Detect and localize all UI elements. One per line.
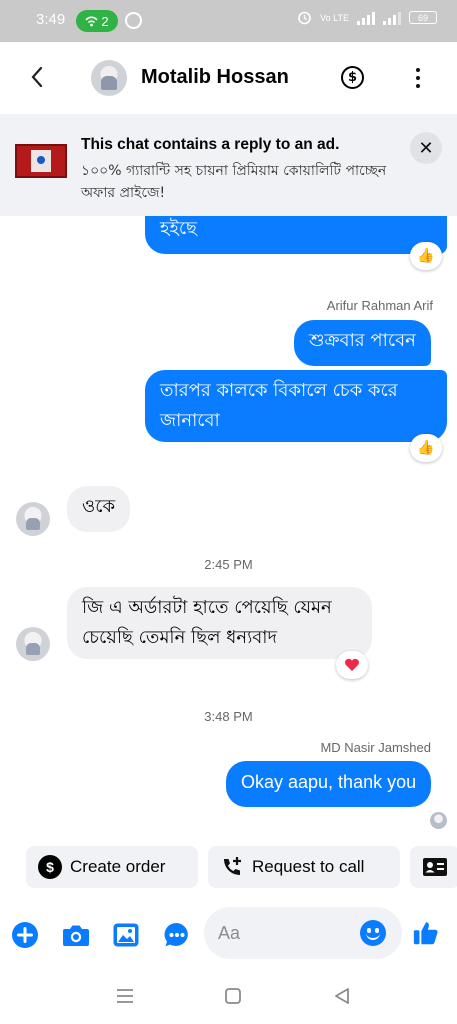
- system-back-button[interactable]: [331, 986, 353, 1006]
- thumbs-up-icon: [413, 922, 438, 945]
- chat-bubble-icon: [164, 922, 188, 947]
- phone-plus-icon: [224, 857, 241, 875]
- hotspot-count: 2: [101, 13, 109, 29]
- thumbs-up-icon: 👍: [417, 440, 435, 456]
- battery-icon: 69: [409, 11, 437, 24]
- request-call-label: Request to call: [252, 857, 365, 876]
- contact-avatar-small[interactable]: [16, 502, 50, 536]
- camera-icon: [63, 925, 89, 946]
- add-icon: [12, 922, 38, 948]
- payment-button[interactable]: $: [341, 66, 364, 89]
- message-text: ওকে: [82, 496, 116, 517]
- home-button[interactable]: [222, 986, 244, 1006]
- hotspot-icon: [85, 16, 99, 26]
- quick-actions-bar: $ Create order Request to call: [0, 846, 457, 892]
- alarm-icon: [298, 11, 311, 25]
- close-icon: ✕: [418, 137, 434, 159]
- back-button[interactable]: [22, 62, 52, 92]
- camera-button[interactable]: [62, 921, 90, 949]
- back-triangle-icon: [335, 988, 349, 1004]
- message-text: হইছে: [160, 218, 197, 239]
- message-input[interactable]: [218, 919, 358, 947]
- reaction-thumbs-up[interactable]: 👍: [410, 242, 442, 270]
- heart-icon: [345, 658, 359, 671]
- emoji-icon: [366, 933, 380, 940]
- contact-avatar-small[interactable]: [16, 627, 50, 661]
- chat-header: Motalib Hossan $: [0, 42, 457, 114]
- timestamp: 3:48 PM: [204, 709, 253, 724]
- contact-card-icon: [423, 858, 447, 876]
- contact-card-button[interactable]: [410, 846, 457, 888]
- back-arrow-icon: [31, 66, 43, 88]
- message-bubble-outgoing[interactable]: হইছে: [145, 216, 447, 254]
- message-bubble-outgoing[interactable]: শুক্রবার পাবেন: [294, 320, 431, 366]
- emoji-button[interactable]: [360, 920, 386, 946]
- signal-2-icon: [383, 11, 401, 25]
- recents-button[interactable]: [114, 986, 136, 1006]
- notification-app-icon: [125, 12, 142, 29]
- thumbs-up-icon: 👍: [417, 248, 435, 264]
- ad-reply-banner[interactable]: This chat contains a reply to an ad. ১০০…: [0, 114, 457, 216]
- dollar-icon: $: [38, 855, 62, 879]
- more-options-button[interactable]: [408, 66, 428, 90]
- timestamp: 2:45 PM: [204, 557, 253, 572]
- ad-banner-subtitle: ১০০% গ্যারান্টি সহ চায়না প্রিমিয়াম কোয…: [81, 163, 387, 201]
- sender-name: MD Nasir Jamshed: [320, 740, 431, 755]
- message-bubble-incoming[interactable]: ওকে: [67, 486, 131, 532]
- signal-icon: [357, 11, 375, 25]
- message-text: Okay aapu, thank you: [241, 772, 417, 792]
- add-button[interactable]: [11, 921, 39, 949]
- composer-bar: [0, 900, 457, 968]
- gallery-icon: [113, 923, 139, 947]
- status-bar: 3:49 2 Vo LTE 69: [0, 0, 457, 42]
- message-bubble-outgoing[interactable]: তারপর কালকে বিকালে চেক করে জানাবো: [145, 370, 447, 442]
- network-volte: Vo LTE: [320, 12, 349, 23]
- message-text: জি এ অর্ডারটা হাতে পেয়েছি যেমন চেয়েছি …: [82, 597, 332, 648]
- message-text: তারপর কালকে বিকালে চেক করে জানাবো: [160, 380, 398, 431]
- sender-name: Arifur Rahman Arif: [326, 298, 433, 313]
- reaction-heart[interactable]: [336, 651, 368, 679]
- system-nav-bar: [0, 968, 457, 1024]
- ad-banner-title: This chat contains a reply to an ad.: [81, 136, 340, 153]
- thumbs-up-send-button[interactable]: [412, 919, 440, 947]
- message-bubble-incoming[interactable]: জি এ অর্ডারটা হাতে পেয়েছি যেমন চেয়েছি …: [67, 587, 372, 659]
- seen-avatar: [430, 812, 447, 829]
- message-bubble-outgoing[interactable]: Okay aapu, thank you: [226, 761, 432, 807]
- chat-extensions-button[interactable]: [163, 921, 191, 949]
- more-icon: [416, 68, 420, 72]
- message-input-box[interactable]: [204, 907, 402, 959]
- ad-thumbnail: [15, 144, 67, 178]
- battery-level: 69: [417, 12, 428, 23]
- hotspot-badge: 2: [76, 10, 118, 32]
- create-order-button[interactable]: $ Create order: [26, 846, 198, 888]
- dollar-icon: $: [347, 70, 358, 85]
- status-time: 3:49: [36, 11, 66, 28]
- menu-icon: [117, 989, 133, 1003]
- create-order-label: Create order: [70, 857, 166, 876]
- network-type: Vo LTE: [320, 12, 349, 23]
- message-list[interactable]: হইছে 👍 Arifur Rahman Arif শুক্রবার পাবেন…: [0, 216, 457, 840]
- contact-avatar[interactable]: [91, 60, 127, 96]
- reaction-thumbs-up[interactable]: 👍: [410, 434, 442, 462]
- gallery-button[interactable]: [112, 921, 140, 949]
- status-right: Vo LTE 69: [297, 10, 437, 25]
- request-call-button[interactable]: Request to call: [208, 846, 400, 888]
- home-icon: [225, 988, 241, 1004]
- message-text: শুক্রবার পাবেন: [309, 330, 416, 351]
- ad-close-button[interactable]: ✕: [410, 132, 442, 164]
- contact-name[interactable]: Motalib Hossan: [141, 66, 289, 89]
